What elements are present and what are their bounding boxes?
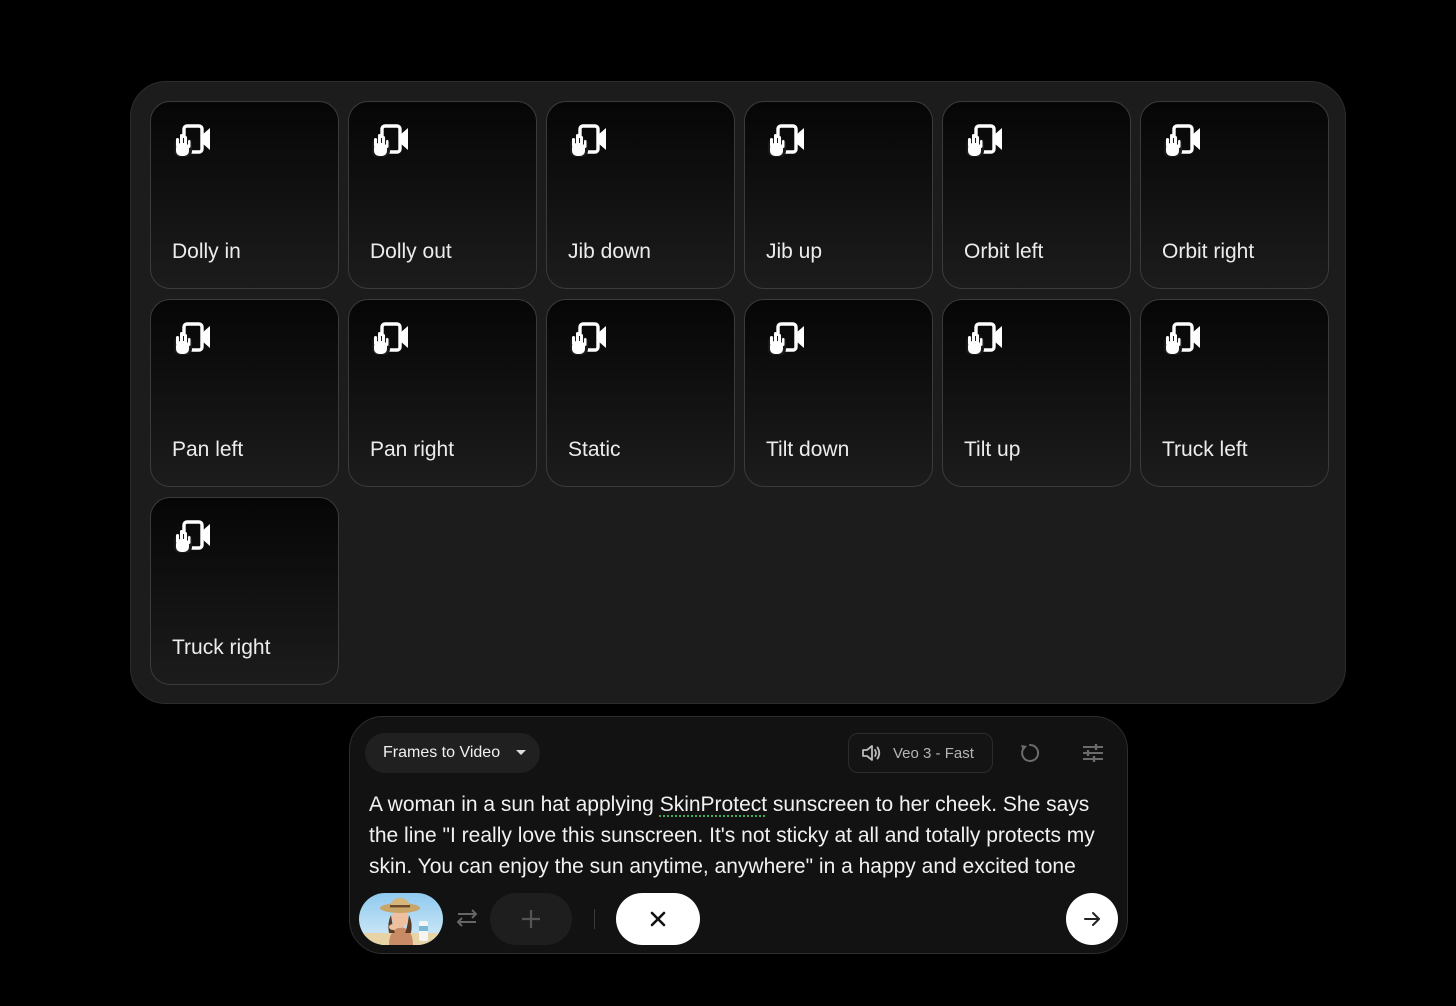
send-button[interactable] <box>1066 893 1118 945</box>
motion-tile-jib-down[interactable]: Jib down <box>546 101 735 289</box>
frame-thumbnail[interactable] <box>359 893 443 945</box>
camera-motion-icon <box>1164 322 1200 355</box>
motion-tile-orbit-right[interactable]: Orbit right <box>1140 101 1329 289</box>
motion-label: Pan right <box>370 438 455 461</box>
prompt-text[interactable]: A woman in a sun hat applying SkinProtec… <box>369 789 1114 882</box>
motion-label: Pan left <box>172 438 244 461</box>
camera-motion-icon <box>1164 124 1200 157</box>
camera-motion-icon <box>372 322 408 355</box>
motion-tile-truck-right[interactable]: Truck right <box>150 497 339 685</box>
motion-label: Tilt down <box>766 438 850 461</box>
camera-motion-icon <box>768 124 804 157</box>
motion-tile-pan-right[interactable]: Pan right <box>348 299 537 487</box>
motion-label: Truck right <box>172 636 271 659</box>
prompt-text-start: A woman in a sun hat applying <box>369 793 660 816</box>
prompt-composer: Frames to Video Veo 3 - Fast A woman in … <box>349 716 1128 954</box>
camera-motion-icon <box>570 124 606 157</box>
motion-label: Jib up <box>766 240 823 263</box>
camera-motion-icon <box>174 520 210 553</box>
swap-frames-button[interactable] <box>450 901 484 935</box>
motion-label: Orbit right <box>1162 240 1255 263</box>
plus-icon <box>522 910 540 928</box>
motion-tile-tilt-down[interactable]: Tilt down <box>744 299 933 487</box>
motion-label: Static <box>568 438 621 461</box>
prompt-flagged-word: SkinProtect <box>659 793 768 816</box>
motion-tile-truck-left[interactable]: Truck left <box>1140 299 1329 487</box>
mode-dropdown-label: Frames to Video <box>383 744 501 761</box>
motion-tile-jib-up[interactable]: Jib up <box>744 101 933 289</box>
refresh-button[interactable] <box>1013 736 1047 770</box>
woman-sun-hat-image <box>359 893 443 945</box>
camera-motion-icon <box>768 322 804 355</box>
mode-dropdown[interactable]: Frames to Video <box>365 733 540 773</box>
speaker-icon <box>862 745 881 761</box>
camera-motion-icon <box>372 124 408 157</box>
sliders-icon <box>1083 744 1103 762</box>
camera-motion-icon <box>174 124 210 157</box>
model-label: Veo 3 - Fast <box>893 744 974 762</box>
motion-label: Jib down <box>568 240 651 263</box>
motion-label: Dolly in <box>172 240 241 263</box>
camera-motion-icon <box>966 124 1002 157</box>
close-icon <box>650 911 666 927</box>
motion-label: Orbit left <box>964 240 1044 263</box>
motion-tile-dolly-in[interactable]: Dolly in <box>150 101 339 289</box>
motion-tile-dolly-out[interactable]: Dolly out <box>348 101 537 289</box>
camera-motion-icon <box>966 322 1002 355</box>
motion-tile-orbit-left[interactable]: Orbit left <box>942 101 1131 289</box>
swap-arrows-icon <box>456 909 478 927</box>
motion-tile-static[interactable]: Static <box>546 299 735 487</box>
motion-label: Tilt up <box>964 438 1021 461</box>
camera-motion-panel: Dolly in Dolly out Jib down Jib up Orbit… <box>130 81 1346 704</box>
arrow-right-icon <box>1084 912 1100 926</box>
caret-down-icon <box>516 750 526 755</box>
close-button[interactable] <box>616 893 700 945</box>
add-frame-button[interactable] <box>490 893 572 945</box>
toolbar-divider <box>594 909 595 929</box>
motion-label: Truck left <box>1162 438 1248 461</box>
camera-motion-icon <box>570 322 606 355</box>
camera-motion-icon <box>174 322 210 355</box>
settings-button[interactable] <box>1076 736 1110 770</box>
refresh-icon <box>1021 743 1040 762</box>
motion-label: Dolly out <box>370 240 452 263</box>
motion-tile-pan-left[interactable]: Pan left <box>150 299 339 487</box>
motion-tile-tilt-up[interactable]: Tilt up <box>942 299 1131 487</box>
model-selector[interactable]: Veo 3 - Fast <box>848 733 993 773</box>
